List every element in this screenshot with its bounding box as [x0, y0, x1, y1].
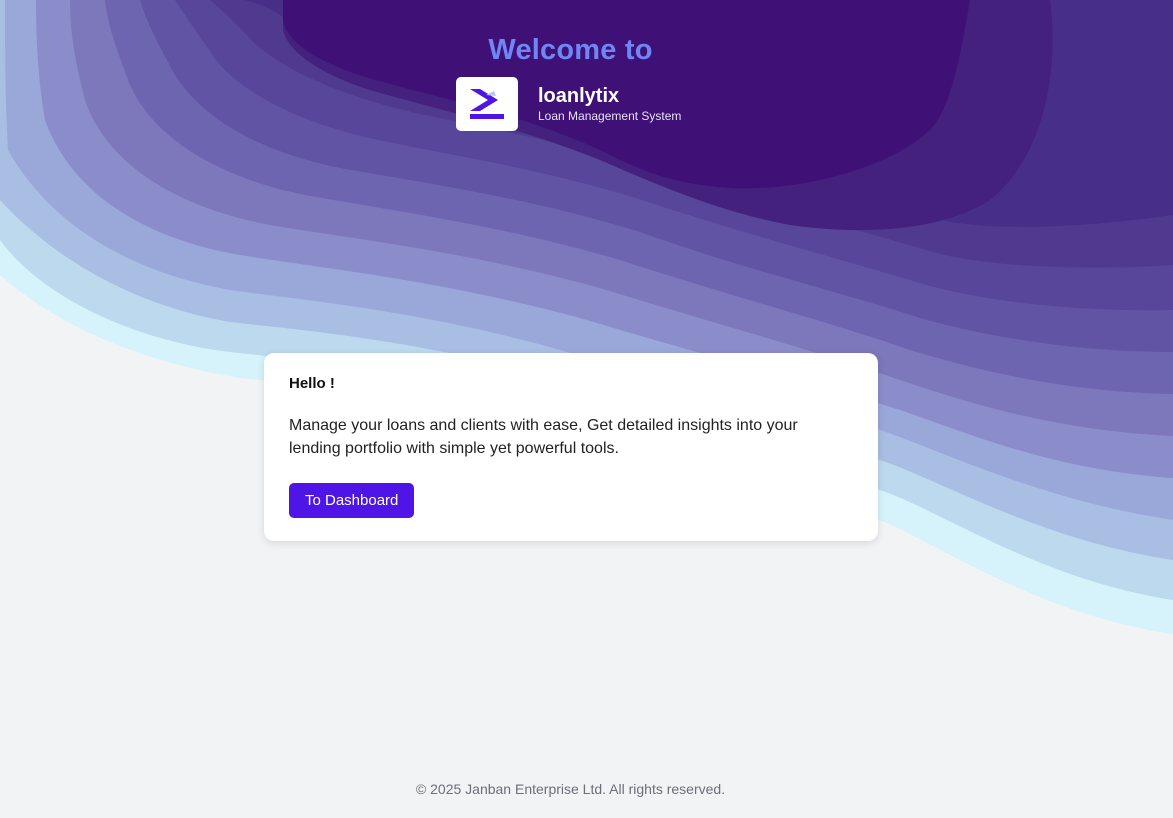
welcome-page: Welcome to loanlytix Loan Management Sys…: [0, 0, 1173, 818]
card-description: Manage your loans and clients with ease,…: [289, 417, 798, 457]
welcome-heading: Welcome to: [488, 34, 653, 66]
brand-subtitle: Loan Management System: [538, 109, 682, 123]
welcome-card: Hello ! Manage your loans and clients wi…: [264, 353, 878, 541]
logo-mark: [470, 89, 504, 119]
brand-block: loanlytix Loan Management System: [456, 77, 681, 131]
card-greeting: Hello !: [289, 375, 335, 392]
brand-name: loanlytix: [538, 85, 620, 107]
loanlytix-logo-icon: [456, 77, 518, 131]
to-dashboard-button[interactable]: To Dashboard: [289, 483, 415, 518]
footer-copyright: © 2025 Janban Enterprise Ltd. All rights…: [415, 781, 726, 797]
brand-text: loanlytix Loan Management System: [538, 84, 681, 124]
